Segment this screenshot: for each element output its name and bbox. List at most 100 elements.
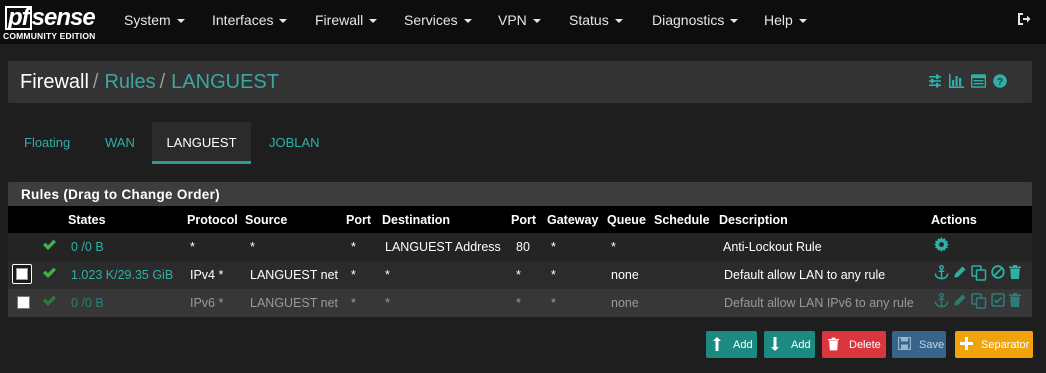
plus-icon [960,337,973,353]
check-square-icon[interactable] [991,293,1005,312]
cell-description: Default allow LAN IPv6 to any rule [724,296,914,310]
pencil-icon[interactable] [953,265,967,284]
sliders-icon[interactable] [928,74,942,93]
anchor-icon[interactable] [934,264,949,285]
cell-dport: * [516,296,521,310]
caret-down-icon [176,19,185,24]
breadcrumb-separator: / [159,71,166,93]
cell-states[interactable]: 0 /0 B [71,296,104,310]
add-top-button[interactable]: Add [706,331,757,358]
gear-icon[interactable] [934,237,949,257]
cell-gateway: * [551,296,556,310]
cell-description: Anti-Lockout Rule [723,240,822,254]
cell-protocol: * [190,240,195,254]
tab-wan[interactable]: WAN [105,135,135,150]
check-icon[interactable] [42,266,57,284]
cell-destination: * [385,296,390,310]
cell-dport: * [516,268,521,282]
save-icon [897,336,912,353]
delete-button[interactable]: Delete [822,331,886,358]
bar-chart-icon[interactable] [949,74,964,93]
nav-label: Status [569,12,609,28]
rules-panel: Rules (Drag to Change Order) States Prot… [8,182,1032,318]
top-navbar: pf sense COMMUNITY EDITION System Interfa… [0,0,1046,44]
save-label: Save [919,339,945,351]
caret-down-icon [279,19,288,24]
delete-label: Delete [849,339,881,351]
table-row[interactable]: 1.023 K/29.35 GiB IPv4 * LANGUEST net * … [8,261,1032,289]
pfsense-logo[interactable]: pf sense COMMUNITY EDITION [3,4,99,41]
nav-firewall[interactable]: Firewall [315,12,378,28]
table-header: States Protocol Source Port Destination … [8,206,1032,233]
add-bottom-label: Add [791,339,811,351]
nav-diagnostics[interactable]: Diagnostics [652,12,739,28]
copy-icon[interactable] [971,265,987,286]
panel-title: Rules (Drag to Change Order) [21,187,220,202]
nav-label: Diagnostics [652,12,725,28]
add-bottom-button[interactable]: Add [764,331,815,358]
trash-icon[interactable] [1009,293,1021,312]
cell-source: * [250,240,255,254]
copy-icon[interactable] [971,293,987,314]
svg-text:?: ? [997,77,1003,88]
cell-destination: * [385,268,390,282]
row-select-checkbox[interactable] [17,296,30,309]
pencil-icon[interactable] [953,293,967,312]
caret-down-icon [798,19,807,24]
breadcrumb-separator: / [92,71,99,93]
tab-joblan[interactable]: JOBLAN [269,135,320,150]
separator-button[interactable]: Separator [955,331,1033,358]
anchor-icon[interactable] [934,292,949,313]
col-gateway: Gateway [547,213,599,227]
cell-port: * [351,296,356,310]
tab-languest[interactable]: LANGUEST [152,122,251,164]
nav-label: Firewall [315,12,364,28]
col-destination: Destination [382,213,451,227]
nav-system[interactable]: System [124,12,185,28]
table-icon[interactable] [970,74,987,93]
cell-source: LANGUEST net [250,296,339,310]
question-circle-icon[interactable]: ? [993,74,1007,93]
trash-icon[interactable] [1009,265,1021,284]
ban-icon[interactable] [991,265,1005,284]
breadcrumb: Firewall / Rules / LANGUEST [20,71,279,94]
cell-queue: * [611,240,616,254]
col-source: Source [245,213,288,227]
nav-vpn[interactable]: VPN [498,12,541,28]
panel-heading: Rules (Drag to Change Order) [8,182,1032,206]
nav-services[interactable]: Services [404,12,472,28]
nav-label: Services [404,12,458,28]
cell-gateway: * [551,268,556,282]
sign-out-icon[interactable] [1017,12,1031,31]
cell-states[interactable]: 1.023 K/29.35 GiB [71,268,173,282]
row-select-checkbox[interactable] [12,264,32,284]
cell-dport: 80 [516,240,530,254]
cell-protocol: IPv6 * [190,296,224,310]
separator-label: Separator [981,339,1030,351]
col-description: Description [719,213,788,227]
tab-languest-label: LANGUEST [166,135,237,150]
caret-down-icon [614,19,623,24]
nav-label: Help [764,12,793,28]
breadcrumb-rules-link[interactable]: Rules [104,71,155,93]
breadcrumb-languest-link[interactable]: LANGUEST [171,71,279,93]
cell-queue: none [611,296,639,310]
cell-destination: LANGUEST Address [385,240,501,254]
table-row[interactable]: 0 /0 B * * * LANGUEST Address 80 * * Ant… [8,233,1032,261]
table-row[interactable]: 0 /0 B IPv6 * LANGUEST net * * * * none … [8,289,1032,317]
add-top-label: Add [733,339,753,351]
trash-icon [828,337,839,354]
save-button[interactable]: Save [892,331,946,358]
nav-help[interactable]: Help [764,12,807,28]
nav-interfaces[interactable]: Interfaces [212,12,288,28]
level-up-icon [712,337,722,354]
nav-label: VPN [498,12,527,28]
nav-label: System [124,12,171,28]
nav-status[interactable]: Status [569,12,623,28]
tab-floating[interactable]: Floating [24,135,70,150]
cell-gateway: * [551,240,556,254]
nav-label: Interfaces [212,12,274,28]
logo-wordmark: pf sense [5,4,96,32]
cell-states[interactable]: 0 /0 B [71,240,104,254]
check-icon[interactable] [42,294,57,312]
